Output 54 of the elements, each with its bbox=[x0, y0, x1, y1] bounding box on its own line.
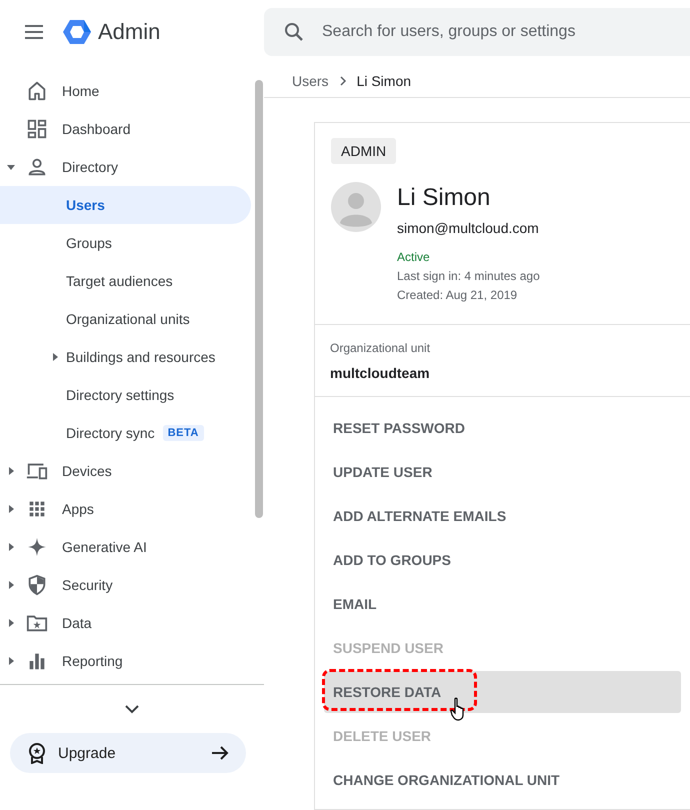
created-date: Created: Aug 21, 2019 bbox=[397, 288, 518, 302]
nav-item[interactable]: Data bbox=[0, 604, 251, 642]
action-button[interactable]: RESET PASSWORD bbox=[324, 407, 681, 449]
user-status: Active bbox=[397, 250, 431, 264]
nav-item-icon bbox=[26, 156, 48, 178]
nav-item[interactable]: Devices bbox=[0, 452, 251, 490]
caret-icon[interactable] bbox=[6, 504, 16, 514]
caret-icon[interactable] bbox=[6, 162, 16, 172]
nav-item[interactable]: Security bbox=[0, 566, 251, 604]
caret-icon[interactable] bbox=[6, 656, 16, 666]
beta-badge: BETA bbox=[162, 425, 204, 441]
nav-item[interactable]: Reporting bbox=[0, 642, 251, 680]
caret-icon[interactable] bbox=[6, 542, 16, 552]
caret-icon[interactable] bbox=[6, 580, 16, 590]
app-title: Admin bbox=[98, 19, 160, 45]
user-name: Li Simon bbox=[397, 184, 492, 212]
nav-item[interactable]: Home bbox=[0, 72, 251, 110]
caret-icon[interactable] bbox=[50, 352, 60, 362]
hexagon-logo-icon bbox=[62, 17, 92, 47]
search-input[interactable]: Search for users, groups or settings bbox=[320, 22, 690, 42]
action-button[interactable]: CHANGE ORGANIZATIONAL UNIT bbox=[324, 759, 681, 801]
nav-item[interactable]: Directory settings bbox=[0, 376, 251, 414]
user-email: simon@multcloud.com bbox=[397, 220, 540, 236]
nav-item[interactable]: Groups bbox=[0, 224, 251, 262]
nav-item[interactable]: Apps bbox=[0, 490, 251, 528]
nav-item-icon bbox=[26, 80, 48, 102]
nav-item[interactable]: Users bbox=[0, 186, 251, 224]
nav-item[interactable]: Organizational units bbox=[0, 300, 251, 338]
action-button[interactable]: ADD ALTERNATE EMAILS bbox=[324, 495, 681, 537]
scrollbar[interactable] bbox=[255, 80, 263, 518]
role-tag: ADMIN bbox=[331, 138, 396, 164]
nav-item[interactable]: Generative AI bbox=[0, 528, 251, 566]
avatar-icon bbox=[331, 182, 381, 232]
caret-icon[interactable] bbox=[6, 466, 16, 476]
nav-item-icon bbox=[26, 536, 48, 558]
upgrade-button[interactable]: Upgrade bbox=[10, 733, 246, 773]
action-button[interactable]: EMAIL bbox=[324, 583, 681, 625]
org-unit-value: multcloudteam bbox=[330, 365, 431, 381]
nav-item[interactable]: Directory sync BETA bbox=[0, 414, 251, 452]
nav-item[interactable]: Directory bbox=[0, 148, 251, 186]
action-button[interactable]: UPDATE USER bbox=[324, 451, 681, 493]
action-button[interactable]: ADD TO GROUPS bbox=[324, 539, 681, 581]
breadcrumb-item: Li Simon bbox=[356, 72, 412, 88]
caret-icon[interactable] bbox=[6, 618, 16, 628]
nav-item-icon bbox=[26, 574, 48, 596]
search-bar[interactable]: Search for users, groups or settings bbox=[264, 8, 690, 56]
nav-item[interactable]: Target audiences bbox=[0, 262, 251, 300]
breadcrumb-item[interactable]: Users bbox=[292, 72, 329, 88]
award-icon bbox=[26, 742, 48, 764]
nav-item[interactable]: Buildings and resources bbox=[0, 338, 251, 376]
nav-item-icon bbox=[26, 118, 48, 140]
org-unit-label: Organizational unit bbox=[330, 341, 432, 355]
nav-item[interactable]: Dashboard bbox=[0, 110, 251, 148]
last-sign-in: Last sign in: 4 minutes ago bbox=[397, 269, 540, 283]
